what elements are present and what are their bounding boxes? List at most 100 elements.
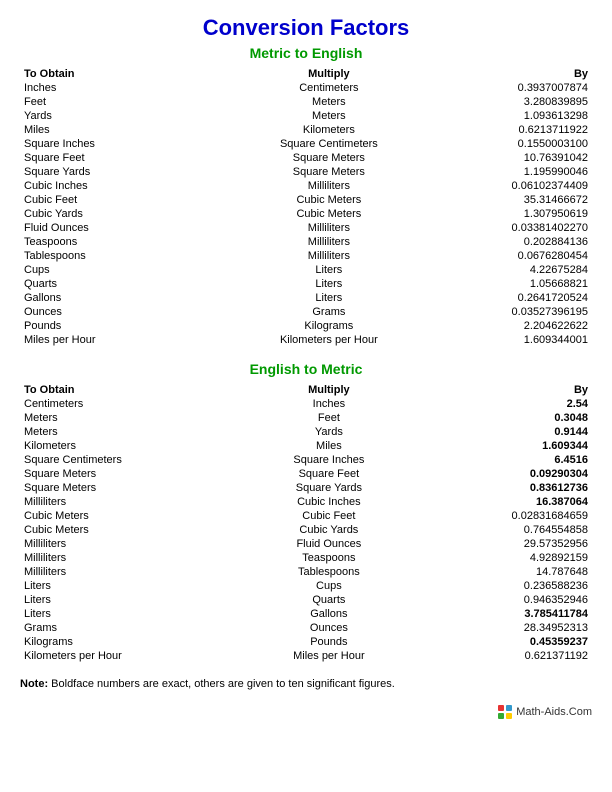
to-obtain-cell: Square Feet <box>20 151 220 165</box>
note-section: Note: Boldface numbers are exact, others… <box>20 677 592 692</box>
by-cell: 0.9144 <box>438 425 592 439</box>
table-row: Cubic Feet Cubic Meters 35.31466672 <box>20 193 592 207</box>
by-cell: 0.03527396195 <box>438 305 592 319</box>
multiply-cell: Fluid Ounces <box>220 537 437 551</box>
to-obtain-cell: Cubic Feet <box>20 193 220 207</box>
table-row: Square Centimeters Square Inches 6.4516 <box>20 453 592 467</box>
to-obtain-cell: Square Inches <box>20 137 220 151</box>
table-row: Centimeters Inches 2.54 <box>20 397 592 411</box>
table-row: Kilometers per Hour Miles per Hour 0.621… <box>20 649 592 663</box>
multiply-cell: Milliliters <box>220 221 437 235</box>
by-cell: 0.06102374409 <box>438 179 592 193</box>
logo-tl <box>498 705 504 711</box>
to-obtain-cell: Inches <box>20 81 220 95</box>
to-obtain-cell: Ounces <box>20 305 220 319</box>
to-obtain-cell: Square Meters <box>20 467 220 481</box>
table-row: Cubic Meters Cubic Feet 0.02831684659 <box>20 509 592 523</box>
by-cell: 0.764554858 <box>438 523 592 537</box>
note-text: Boldface numbers are exact, others are g… <box>48 678 395 690</box>
by-cell: 16.387064 <box>438 495 592 509</box>
to-obtain-cell: Cubic Yards <box>20 207 220 221</box>
table-row: Miles Kilometers 0.6213711922 <box>20 123 592 137</box>
multiply-cell: Liters <box>220 291 437 305</box>
by-cell: 0.2641720524 <box>438 291 592 305</box>
table-row: Miles per Hour Kilometers per Hour 1.609… <box>20 333 592 347</box>
logo-bl <box>498 713 504 719</box>
to-obtain-cell: Liters <box>20 607 220 621</box>
page-title: Conversion Factors <box>20 15 592 41</box>
multiply-cell: Milliliters <box>220 235 437 249</box>
footer-logo: Math-Aids.Com <box>498 705 592 719</box>
col-header-to-obtain2: To Obtain <box>20 383 220 397</box>
to-obtain-cell: Kilometers <box>20 439 220 453</box>
multiply-cell: Square Meters <box>220 165 437 179</box>
multiply-cell: Inches <box>220 397 437 411</box>
logo-tr <box>506 705 512 711</box>
multiply-cell: Cubic Meters <box>220 193 437 207</box>
multiply-cell: Square Meters <box>220 151 437 165</box>
by-cell: 0.236588236 <box>438 579 592 593</box>
section1-heading: Metric to English <box>20 45 592 61</box>
by-cell: 28.34952313 <box>438 621 592 635</box>
col-header-multiply2: Multiply <box>220 383 437 397</box>
section2-heading: English to Metric <box>20 361 592 377</box>
by-cell: 0.45359237 <box>438 635 592 649</box>
logo-br <box>506 713 512 719</box>
by-cell: 0.3048 <box>438 411 592 425</box>
col-header-by: By <box>438 67 592 81</box>
math-aids-logo-icon <box>498 705 512 719</box>
by-cell: 0.83612736 <box>438 481 592 495</box>
multiply-cell: Cubic Inches <box>220 495 437 509</box>
table-row: Tablespoons Milliliters 0.0676280454 <box>20 249 592 263</box>
to-obtain-cell: Feet <box>20 95 220 109</box>
by-cell: 3.785411784 <box>438 607 592 621</box>
table-row: Cubic Meters Cubic Yards 0.764554858 <box>20 523 592 537</box>
table-row: Cups Liters 4.22675284 <box>20 263 592 277</box>
by-cell: 14.787648 <box>438 565 592 579</box>
table-row: Gallons Liters 0.2641720524 <box>20 291 592 305</box>
to-obtain-cell: Cubic Inches <box>20 179 220 193</box>
to-obtain-cell: Teaspoons <box>20 235 220 249</box>
to-obtain-cell: Tablespoons <box>20 249 220 263</box>
col-header-by2: By <box>438 383 592 397</box>
metric-to-english-table: To Obtain Multiply By Inches Centimeters… <box>20 67 592 347</box>
multiply-cell: Square Yards <box>220 481 437 495</box>
by-cell: 2.204622622 <box>438 319 592 333</box>
to-obtain-cell: Square Meters <box>20 481 220 495</box>
to-obtain-cell: Quarts <box>20 277 220 291</box>
table-row: Ounces Grams 0.03527396195 <box>20 305 592 319</box>
to-obtain-cell: Yards <box>20 109 220 123</box>
to-obtain-cell: Milliliters <box>20 551 220 565</box>
multiply-cell: Quarts <box>220 593 437 607</box>
to-obtain-cell: Kilograms <box>20 635 220 649</box>
multiply-cell: Meters <box>220 95 437 109</box>
multiply-cell: Cubic Meters <box>220 207 437 221</box>
table-row: Inches Centimeters 0.3937007874 <box>20 81 592 95</box>
multiply-cell: Pounds <box>220 635 437 649</box>
by-cell: 1.609344001 <box>438 333 592 347</box>
by-cell: 0.202884136 <box>438 235 592 249</box>
multiply-cell: Meters <box>220 109 437 123</box>
table-row: Milliliters Cubic Inches 16.387064 <box>20 495 592 509</box>
multiply-cell: Square Feet <box>220 467 437 481</box>
multiply-cell: Grams <box>220 305 437 319</box>
to-obtain-cell: Miles per Hour <box>20 333 220 347</box>
to-obtain-cell: Pounds <box>20 319 220 333</box>
by-cell: 0.621371192 <box>438 649 592 663</box>
multiply-cell: Centimeters <box>220 81 437 95</box>
to-obtain-cell: Gallons <box>20 291 220 305</box>
to-obtain-cell: Liters <box>20 579 220 593</box>
multiply-cell: Square Inches <box>220 453 437 467</box>
table-row: Fluid Ounces Milliliters 0.03381402270 <box>20 221 592 235</box>
table-row: Square Feet Square Meters 10.76391042 <box>20 151 592 165</box>
table-row: Grams Ounces 28.34952313 <box>20 621 592 635</box>
to-obtain-cell: Cups <box>20 263 220 277</box>
table-row: Liters Quarts 0.946352946 <box>20 593 592 607</box>
by-cell: 10.76391042 <box>438 151 592 165</box>
to-obtain-cell: Square Yards <box>20 165 220 179</box>
multiply-cell: Yards <box>220 425 437 439</box>
multiply-cell: Feet <box>220 411 437 425</box>
table-row: Square Meters Square Feet 0.09290304 <box>20 467 592 481</box>
by-cell: 1.05668821 <box>438 277 592 291</box>
to-obtain-cell: Meters <box>20 411 220 425</box>
